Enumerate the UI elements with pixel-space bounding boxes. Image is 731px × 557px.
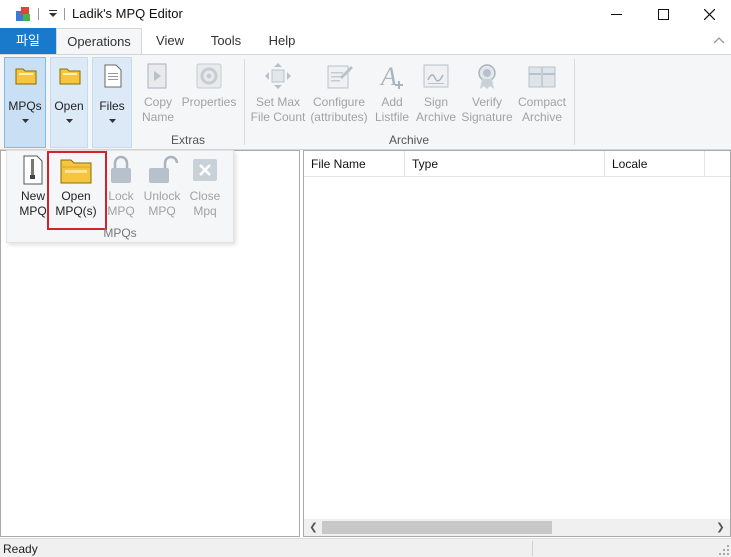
close-mpq-label-2: Mpq [193, 204, 217, 218]
minimize-icon [610, 13, 622, 15]
horizontal-scrollbar[interactable]: ❮ ❯ [304, 519, 730, 536]
add-listfile-label-2: Listfile [374, 110, 409, 124]
column-header-locale[interactable]: Locale [605, 151, 705, 176]
group-separator [244, 59, 245, 145]
edit-list-icon [327, 65, 353, 89]
lock-mpq-label-1: Lock [108, 189, 134, 203]
mpqs-label: MPQs [8, 99, 42, 113]
close-icon [703, 8, 715, 20]
set-max-label-1: Set Max [255, 95, 300, 109]
copy-name-button[interactable]: Copy Name [138, 57, 178, 125]
verify-signature-button[interactable]: Verify Signature [460, 57, 514, 125]
collapse-ribbon-icon[interactable] [713, 35, 725, 45]
highlight-box [47, 151, 107, 230]
configure-attributes-button[interactable]: Configure (attributes) [309, 57, 369, 125]
folder-icon [15, 68, 37, 85]
properties-label: Properties [181, 95, 237, 109]
tab-tools[interactable]: Tools [202, 28, 250, 54]
status-text: Ready [3, 542, 38, 556]
compact-archive-label-2: Archive [521, 110, 562, 124]
scroll-right-icon[interactable]: ❯ [712, 519, 729, 536]
verify-signature-label-1: Verify [471, 95, 502, 109]
add-text-icon: A [379, 62, 403, 91]
chevron-down-icon [109, 119, 116, 123]
ribbon: MPQs Open Files Copy Name Properties Ext… [0, 54, 731, 150]
gear-icon [196, 63, 222, 89]
status-divider [532, 541, 533, 556]
file-list-panel[interactable]: File Name Type Locale ❮ ❯ [303, 150, 731, 537]
copy-name-label-1: Copy [143, 95, 172, 109]
sign-archive-label-2: Archive [415, 110, 456, 124]
title-bar: Ladik's MPQ Editor [0, 0, 731, 28]
extras-group-label: Extras [170, 133, 205, 147]
files-button[interactable]: Files [92, 57, 132, 148]
unlock-mpq-label-2: MPQ [148, 204, 176, 218]
app-icon[interactable] [14, 5, 32, 23]
document-icon [104, 64, 122, 88]
scrollbar-thumb[interactable] [322, 521, 552, 534]
tab-operations[interactable]: Operations [56, 28, 142, 55]
compact-archive-button[interactable]: Compact Archive [515, 57, 569, 125]
copy-name-label-2: Name [141, 110, 174, 124]
certificate-icon [478, 64, 496, 89]
mpqs-group-label: MPQs [103, 226, 137, 240]
lock-mpq-label-2: MPQ [107, 204, 135, 218]
chevron-down-icon [66, 119, 73, 123]
verify-signature-label-2: Signature [461, 110, 513, 124]
title-separator [38, 8, 39, 20]
tab-view[interactable]: View [148, 28, 192, 54]
open-button[interactable]: Open [50, 57, 88, 148]
title-separator [64, 8, 65, 20]
open-label: Open [54, 99, 84, 113]
close-archive-icon [193, 159, 217, 181]
resize-arrows-icon [265, 63, 291, 89]
sign-archive-button[interactable]: Sign Archive [414, 57, 458, 125]
quick-access-dropdown-icon[interactable] [47, 6, 59, 20]
properties-button[interactable]: Properties [180, 57, 238, 110]
new-archive-icon [23, 155, 43, 185]
chevron-down-icon [22, 119, 29, 123]
mpqs-dropdown-menu: New MPQ Open MPQ(s) Lock MPQ Unlock MPQ [6, 150, 234, 243]
column-header-file-name[interactable]: File Name [304, 151, 405, 176]
window-title: Ladik's MPQ Editor [72, 6, 183, 21]
close-button[interactable] [686, 0, 731, 28]
list-header: File Name Type Locale [304, 151, 730, 177]
ribbon-tabs: 파일 Operations View Tools Help [0, 28, 731, 55]
configure-label-2: (attributes) [310, 110, 368, 124]
close-mpq-label-1: Close [189, 189, 221, 203]
unlock-mpq-button[interactable]: Unlock MPQ [141, 155, 183, 219]
minimize-button[interactable] [593, 0, 639, 28]
maximize-button[interactable] [640, 0, 686, 28]
close-mpq-button[interactable]: Close Mpq [185, 155, 225, 219]
sign-archive-label-1: Sign [423, 95, 449, 109]
lock-icon [111, 155, 131, 183]
add-listfile-label-1: Add [381, 95, 403, 109]
set-max-label-2: File Count [250, 110, 306, 124]
group-separator [574, 59, 575, 145]
compact-archive-label-1: Compact [517, 95, 567, 109]
add-listfile-button[interactable]: A Add Listfile [372, 57, 412, 125]
unlock-icon [149, 155, 179, 183]
folder-icon [59, 68, 81, 85]
scroll-left-icon[interactable]: ❮ [305, 519, 322, 536]
unlock-mpq-label-1: Unlock [143, 189, 181, 203]
status-bar: Ready [0, 538, 731, 557]
lock-mpq-button[interactable]: Lock MPQ [101, 155, 141, 219]
tab-help[interactable]: Help [260, 28, 304, 54]
resize-grip-icon[interactable] [719, 545, 729, 555]
column-header-type[interactable]: Type [405, 151, 605, 176]
archive-group-label: Archive [388, 133, 429, 147]
files-label: Files [99, 99, 125, 113]
maximize-icon [657, 8, 669, 20]
configure-label-1: Configure [312, 95, 366, 109]
tab-file[interactable]: 파일 [0, 28, 56, 54]
svg-text:A: A [379, 62, 397, 91]
set-max-file-count-button[interactable]: Set Max File Count [248, 57, 308, 125]
copy-icon [147, 63, 167, 89]
compress-icon [528, 66, 556, 88]
signature-icon [423, 64, 449, 88]
mpqs-button[interactable]: MPQs [4, 57, 46, 148]
